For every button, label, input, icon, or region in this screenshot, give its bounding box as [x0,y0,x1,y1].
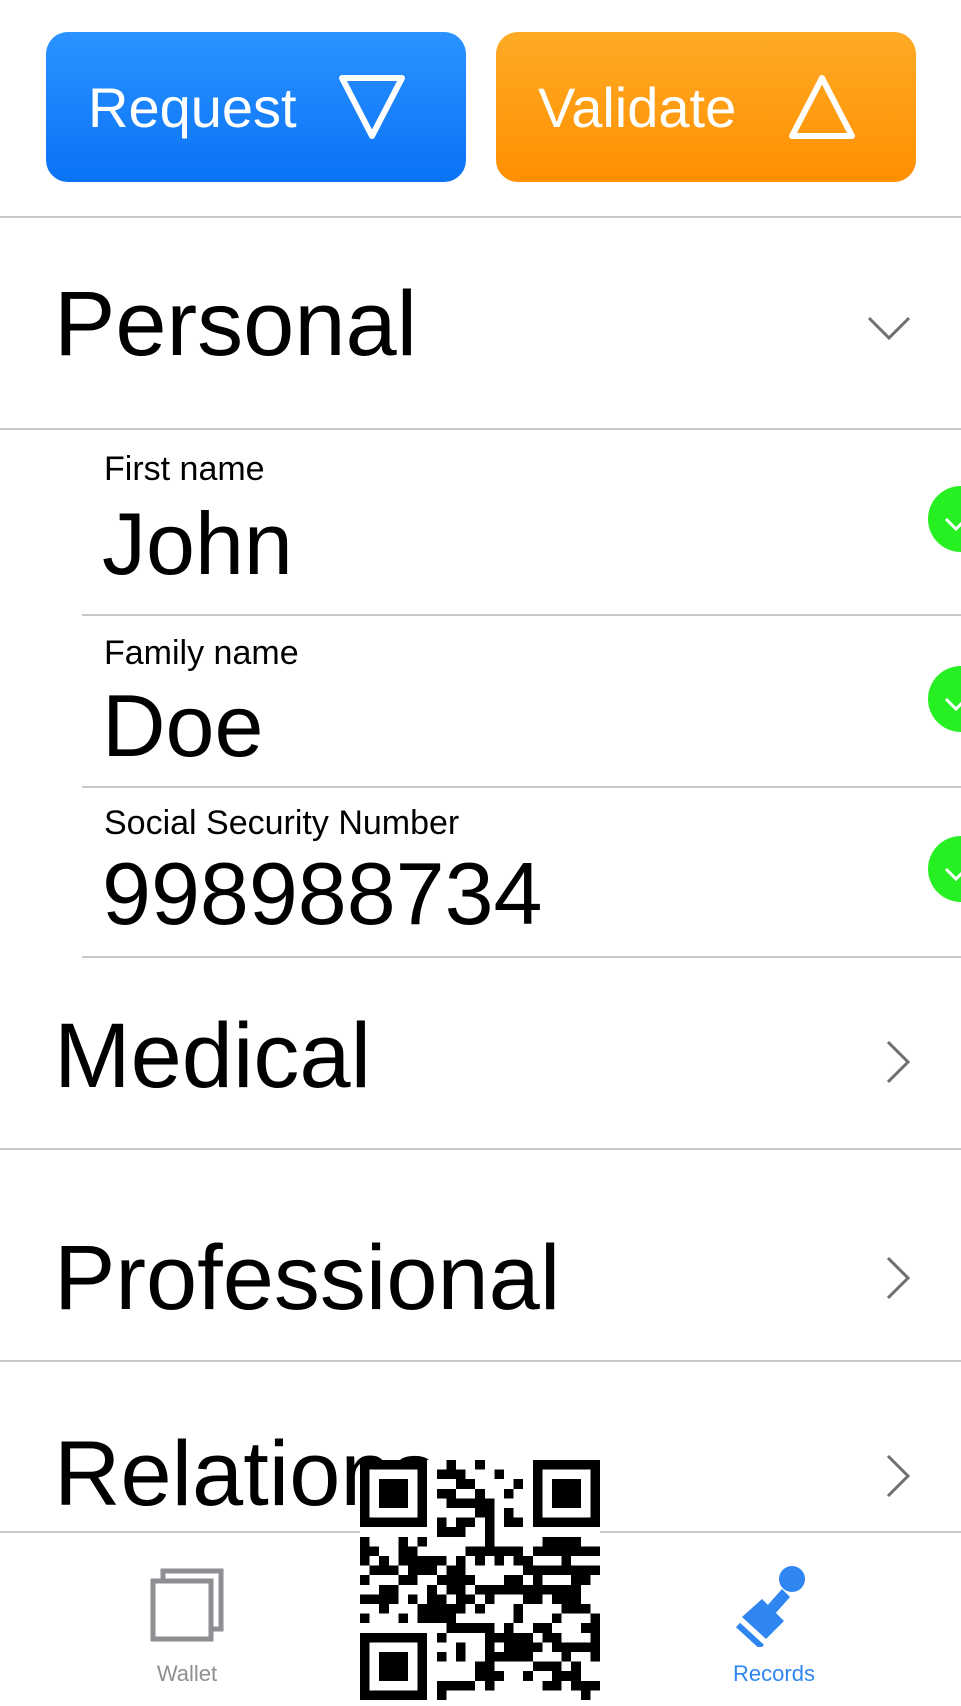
stacked-squares-icon [150,1568,224,1642]
section-medical[interactable]: Medical [0,958,961,1148]
chevron-right-icon [886,1454,911,1498]
qr-code-graphic [360,1460,600,1700]
field-row-ssn[interactable]: Social Security Number 998988734 [82,788,961,956]
chevron-right-icon [886,1256,911,1300]
request-button[interactable]: Request [46,32,466,182]
top-action-bar: Request Validate [0,0,961,216]
verified-check-icon [928,486,961,552]
tab-wallet[interactable]: Wallet [107,1563,267,1686]
field-value: 998988734 [102,844,543,943]
qr-code-icon[interactable] [360,1460,600,1700]
verified-check-icon [928,666,961,732]
field-row-first-name[interactable]: First name John [82,430,961,614]
tab-wallet-label: Wallet [156,1661,218,1686]
request-button-label: Request [88,75,297,139]
tab-records-label: Records [733,1661,815,1686]
stamp-icon [735,1566,805,1647]
section-personal-title: Personal [54,273,418,375]
field-label: First name [104,450,265,488]
section-professional-title: Professional [54,1227,561,1329]
validate-button-label: Validate [538,75,737,139]
field-value: Doe [102,676,264,775]
section-personal-header[interactable]: Personal [0,218,961,428]
verified-check-icon [928,836,961,902]
field-value: John [102,494,293,593]
triangle-down-icon [339,75,405,139]
section-medical-title: Medical [54,1005,372,1107]
field-label: Family name [104,634,299,672]
chevron-right-icon [886,1040,911,1084]
validate-button[interactable]: Validate [496,32,916,182]
section-professional[interactable]: Professional [0,1150,961,1360]
field-label: Social Security Number [104,804,460,842]
chevron-down-icon [867,316,911,341]
field-row-family-name[interactable]: Family name Doe [82,616,961,786]
tab-records[interactable]: Records [694,1563,854,1686]
triangle-up-icon [789,75,855,139]
